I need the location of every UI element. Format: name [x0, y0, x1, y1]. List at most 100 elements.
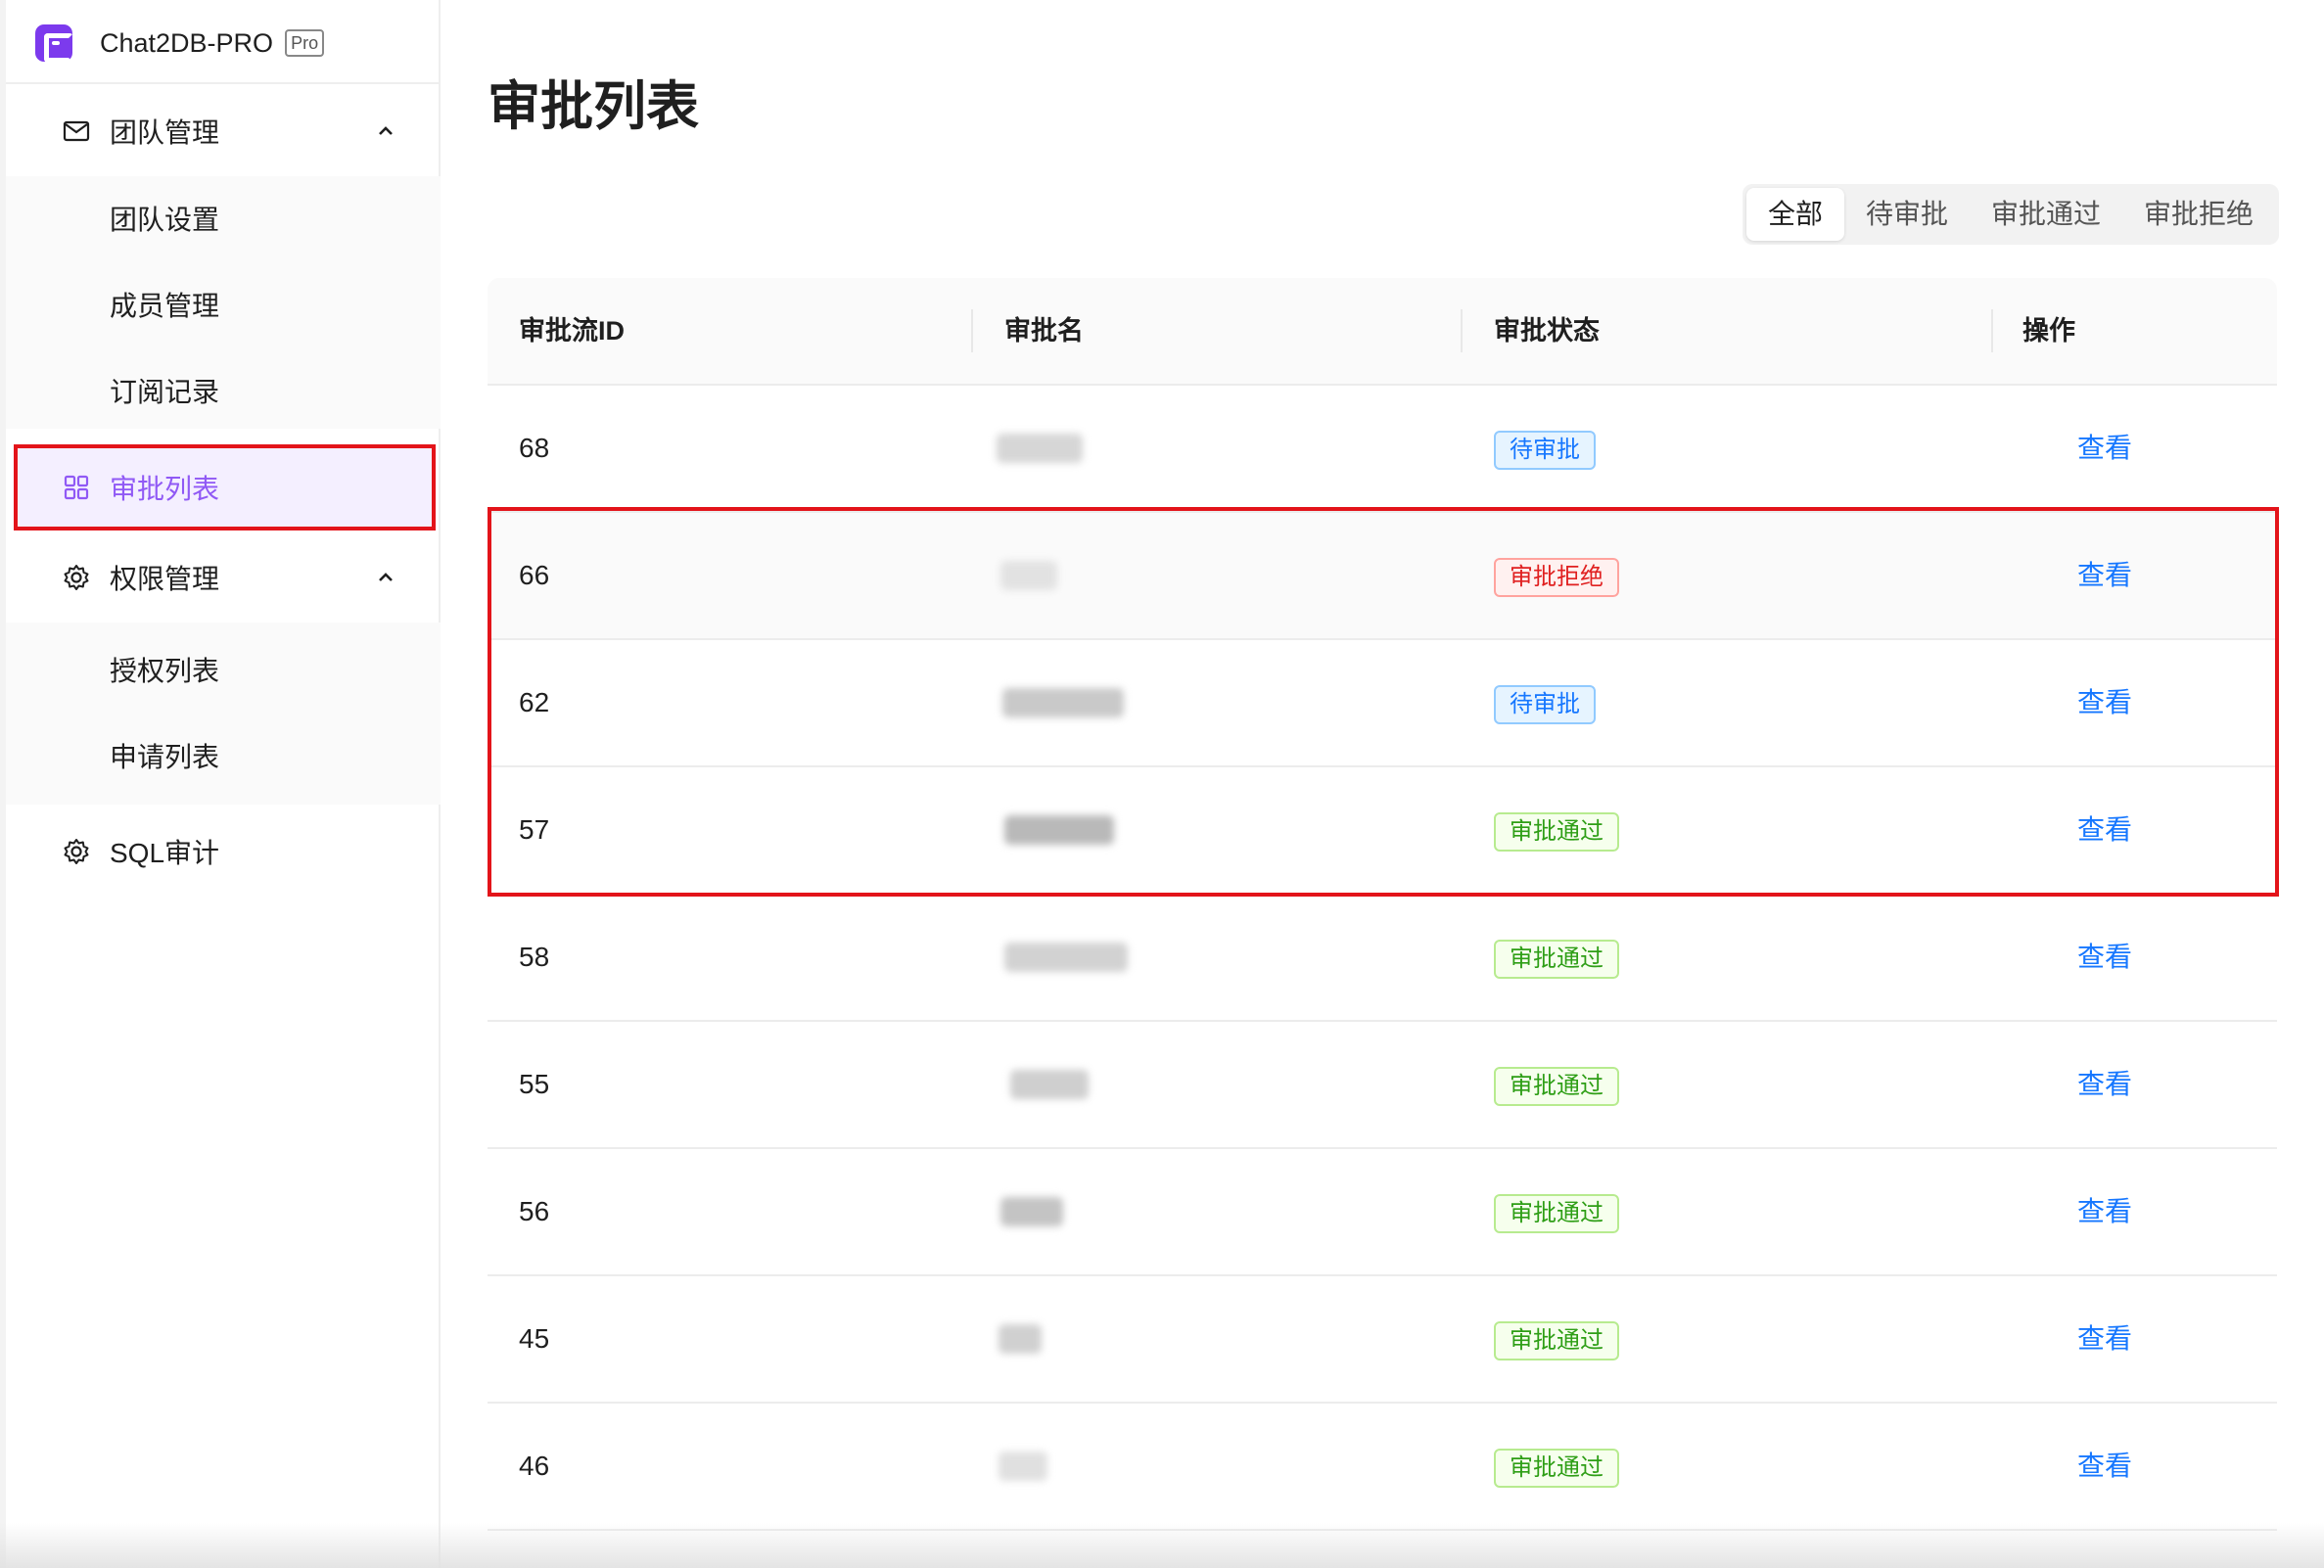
- row-action: 查看: [2022, 895, 2132, 1020]
- status-badge: 审批通过: [1494, 811, 1619, 852]
- view-link[interactable]: 查看: [2077, 1451, 2132, 1481]
- row-action: 查看: [2022, 1149, 2132, 1274]
- tab-all[interactable]: 全部: [1746, 188, 1845, 241]
- redacted-text: [1000, 561, 1057, 590]
- row-status: 待审批: [1494, 386, 1596, 511]
- tab-approved[interactable]: 审批通过: [1970, 188, 2122, 241]
- row-id: 58: [519, 942, 550, 972]
- brand[interactable]: Chat2DB-PRO Pro: [35, 20, 325, 67]
- sidebar-item-sql-audit-label: SQL审计: [110, 838, 220, 868]
- column-header-status: 审批状态: [1494, 316, 1600, 346]
- sidebar-group-team[interactable]: 团队管理: [6, 96, 441, 166]
- status-badge: 审批通过: [1494, 1320, 1619, 1360]
- view-link[interactable]: 查看: [2077, 560, 2132, 590]
- sidebar-item-authorization-list[interactable]: 授权列表: [110, 652, 219, 691]
- table-row: 45 审批通过 查看: [488, 1276, 2277, 1404]
- redacted-text: [999, 1324, 1042, 1354]
- table-row: 58 审批通过 查看: [488, 895, 2277, 1022]
- redacted-text: [999, 1452, 1047, 1481]
- column-header-name: 审批名: [1004, 316, 1084, 346]
- redacted-text: [1010, 1070, 1089, 1099]
- sidebar-item-sql-audit[interactable]: SQL审计: [6, 816, 441, 887]
- status-badge: 审批通过: [1494, 1066, 1619, 1106]
- sidebar-group-permissions-label: 权限管理: [110, 564, 220, 594]
- status-badge: 待审批: [1494, 684, 1596, 724]
- sidebar-item-subscription-records[interactable]: 订阅记录: [110, 373, 219, 412]
- row-status: 审批通过: [1494, 1276, 1619, 1402]
- row-id: 66: [519, 560, 550, 590]
- column-header-action: 操作: [2022, 316, 2075, 346]
- table-row: 57 审批通过 查看: [488, 767, 2277, 895]
- approval-table: 审批流ID 审批名 审批状态 操作 68 待审批 查看 66 审批拒绝 查看 6…: [488, 278, 2277, 1531]
- table-row: 56 审批通过 查看: [488, 1149, 2277, 1276]
- table-row: 62 待审批 查看: [488, 640, 2277, 767]
- status-badge: 审批通过: [1494, 939, 1619, 979]
- table-body: 68 待审批 查看 66 审批拒绝 查看 62 待审批 查看 57 审批通过 查…: [488, 386, 2277, 1531]
- table-row: 68 待审批 查看: [488, 386, 2277, 513]
- brand-name: Chat2DB-PRO: [100, 27, 274, 58]
- row-action: 查看: [2022, 640, 2132, 765]
- row-action: 查看: [2022, 1276, 2132, 1402]
- row-id: 57: [519, 814, 550, 845]
- sidebar-group-permissions[interactable]: 权限管理: [6, 542, 441, 613]
- tab-pending[interactable]: 待审批: [1844, 188, 1970, 241]
- row-id: 45: [519, 1323, 550, 1354]
- status-badge: 审批拒绝: [1494, 557, 1619, 597]
- row-id: 56: [519, 1196, 550, 1226]
- row-action: 查看: [2022, 513, 2132, 638]
- column-divider: [1461, 309, 1463, 352]
- view-link[interactable]: 查看: [2077, 1196, 2132, 1226]
- row-status: 审批通过: [1494, 1404, 1619, 1529]
- row-status: 审批拒绝: [1494, 513, 1619, 638]
- gear-icon: [64, 565, 89, 590]
- row-action: 查看: [2022, 386, 2132, 511]
- view-link[interactable]: 查看: [2077, 1323, 2132, 1354]
- sidebar-item-approval-list[interactable]: 审批列表: [14, 444, 436, 530]
- status-badge: 待审批: [1494, 430, 1596, 470]
- table-row: 46 审批通过 查看: [488, 1404, 2277, 1531]
- tab-rejected[interactable]: 审批拒绝: [2122, 188, 2275, 241]
- table-row: 66 审批拒绝 查看: [488, 513, 2277, 640]
- app-window: Chat2DB-PRO Pro 团队管理 团队设置 成员管理 订阅记录 审批列表…: [0, 0, 2324, 1568]
- grid-icon: [64, 475, 89, 500]
- sidebar-item-application-list[interactable]: 申请列表: [110, 738, 219, 777]
- page-title: 审批列表: [488, 77, 699, 136]
- row-status: 待审批: [1494, 640, 1596, 765]
- redacted-text: [1004, 815, 1114, 845]
- chevron-up-icon[interactable]: [374, 119, 397, 143]
- row-id: 68: [519, 433, 550, 463]
- redacted-text: [997, 434, 1083, 463]
- mail-icon: [63, 120, 90, 142]
- pro-badge: Pro: [285, 29, 325, 57]
- redacted-text: [1004, 943, 1128, 972]
- row-action: 查看: [2022, 1404, 2132, 1529]
- row-action: 查看: [2022, 1022, 2132, 1147]
- brand-divider: [6, 82, 439, 84]
- column-divider: [971, 309, 973, 352]
- sidebar: Chat2DB-PRO Pro 团队管理 团队设置 成员管理 订阅记录 审批列表…: [0, 0, 441, 1568]
- gear-icon: [64, 839, 89, 864]
- permissions-submenu: 授权列表 申请列表: [6, 623, 441, 805]
- redacted-text: [1002, 688, 1124, 717]
- view-link[interactable]: 查看: [2077, 814, 2132, 845]
- sidebar-group-team-label: 团队管理: [110, 117, 220, 148]
- table-row: 55 审批通过 查看: [488, 1022, 2277, 1149]
- status-badge: 审批通过: [1494, 1448, 1619, 1488]
- view-link[interactable]: 查看: [2077, 942, 2132, 972]
- team-submenu: 团队设置 成员管理 订阅记录: [6, 176, 441, 429]
- chevron-up-icon[interactable]: [374, 566, 397, 589]
- view-link[interactable]: 查看: [2077, 1069, 2132, 1099]
- view-link[interactable]: 查看: [2077, 687, 2132, 717]
- row-id: 55: [519, 1069, 550, 1099]
- sidebar-item-member-management[interactable]: 成员管理: [110, 287, 219, 326]
- status-badge: 审批通过: [1494, 1193, 1619, 1233]
- column-header-id: 审批流ID: [519, 316, 625, 346]
- row-action: 查看: [2022, 767, 2132, 893]
- sidebar-item-team-settings[interactable]: 团队设置: [110, 201, 219, 240]
- column-divider: [1991, 309, 1993, 352]
- redacted-text: [1000, 1197, 1063, 1226]
- chat2db-logo-icon: [35, 24, 73, 63]
- row-status: 审批通过: [1494, 1149, 1619, 1274]
- view-link[interactable]: 查看: [2077, 433, 2132, 463]
- sidebar-item-approval-list-label: 审批列表: [110, 474, 220, 504]
